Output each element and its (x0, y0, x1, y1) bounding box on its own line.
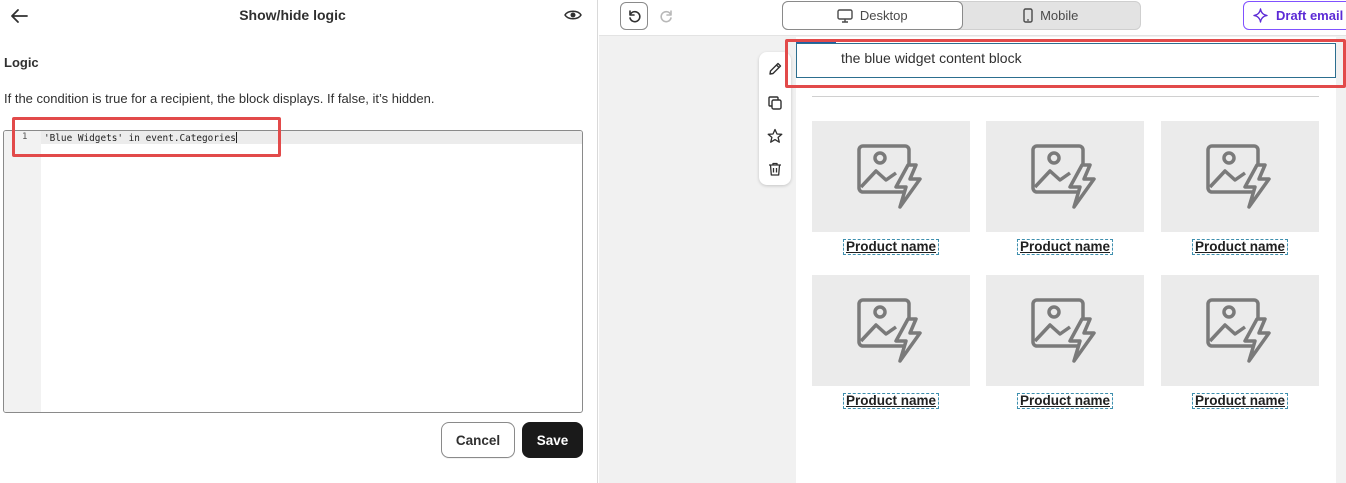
text-content-block[interactable]: the blue widget content block (796, 43, 1336, 78)
code-line[interactable]: 'Blue Widgets' in event.Categories (44, 132, 237, 144)
draft-email-label: Draft email c (1276, 8, 1346, 23)
email-preview-panel: Desktop Mobile Draft email c the blue wi… (599, 0, 1346, 483)
copy-icon (768, 96, 782, 110)
sparkle-icon (1253, 8, 1268, 23)
logic-panel: Show/hide logic Logic If the condition i… (0, 0, 598, 483)
eye-icon[interactable] (562, 5, 584, 25)
text-cursor (235, 132, 237, 143)
pencil-icon (769, 62, 782, 75)
image-placeholder-icon (1206, 143, 1271, 209)
phone-icon (1023, 8, 1033, 23)
image-placeholder-icon (857, 143, 922, 209)
mobile-view-tab[interactable]: Mobile (962, 2, 1141, 29)
delete-block-button[interactable] (763, 157, 787, 181)
trash-icon (769, 162, 781, 176)
desktop-view-label: Desktop (859, 8, 908, 23)
panel-title: Show/hide logic (239, 7, 346, 23)
cancel-button[interactable]: Cancel (441, 422, 515, 458)
product-image-placeholder[interactable] (986, 121, 1144, 232)
block-tools (759, 52, 791, 185)
product-image-placeholder[interactable] (1161, 275, 1319, 386)
view-toggle: Desktop Mobile (782, 1, 1141, 30)
image-placeholder-icon (1031, 297, 1096, 363)
image-placeholder-icon (1031, 143, 1096, 209)
line-number-gutter (4, 131, 41, 412)
redo-icon (660, 10, 672, 23)
product-image-placeholder[interactable] (1161, 121, 1319, 232)
undo-button[interactable] (620, 2, 648, 30)
logic-code-editor[interactable]: 1 'Blue Widgets' in event.Categories (3, 130, 583, 413)
content-divider (812, 96, 1319, 97)
redo-button[interactable] (653, 2, 681, 30)
duplicate-block-button[interactable] (763, 91, 787, 115)
code-text: 'Blue Widgets' in event.Categories (44, 133, 236, 144)
product-image-placeholder[interactable] (986, 275, 1144, 386)
save-button[interactable]: Save (522, 422, 583, 458)
product-name-link[interactable]: Product name (842, 393, 940, 409)
image-placeholder-icon (1206, 297, 1271, 363)
image-placeholder-icon (857, 297, 922, 363)
favorite-block-button[interactable] (763, 124, 787, 148)
preview-toolbar: Desktop Mobile Draft email c (599, 0, 1346, 36)
product-image-placeholder[interactable] (812, 275, 970, 386)
email-canvas (796, 37, 1336, 483)
line-number: 1 (22, 132, 28, 142)
text-block-content: the blue widget content block (841, 50, 1022, 66)
edit-block-button[interactable] (763, 57, 787, 81)
star-icon (767, 128, 783, 143)
product-name-link[interactable]: Product name (1191, 239, 1289, 255)
product-name-link[interactable]: Product name (842, 239, 940, 255)
draft-email-button[interactable]: Draft email c (1243, 1, 1346, 30)
mobile-view-label: Mobile (1040, 8, 1079, 23)
product-name-link[interactable]: Product name (1016, 239, 1114, 255)
product-image-placeholder[interactable] (812, 121, 970, 232)
logic-help-text: If the condition is true for a recipient… (4, 91, 435, 106)
monitor-icon (837, 8, 853, 23)
logic-heading: Logic (4, 55, 39, 70)
product-name-link[interactable]: Product name (1191, 393, 1289, 409)
desktop-view-tab[interactable]: Desktop (782, 1, 963, 30)
undo-icon (629, 10, 641, 23)
product-name-link[interactable]: Product name (1016, 393, 1114, 409)
